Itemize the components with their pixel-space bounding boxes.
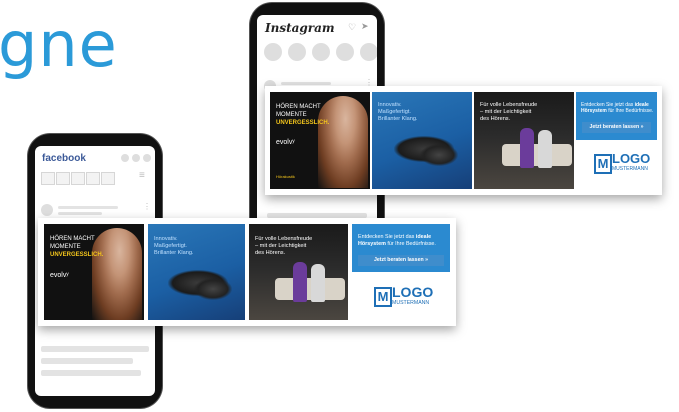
card4-text-bold2: Hörsystem [358,240,386,247]
post-header-line [58,206,118,209]
card1-line3: UNVERGESSLICH. [50,252,104,258]
card4-text-bold1: ideale [634,102,649,108]
logo-mark: M [374,287,392,307]
story-circle[interactable] [288,43,306,61]
post-caption-line [41,346,149,352]
heart-icon[interactable]: ♡ [348,22,356,33]
women-image [293,262,307,302]
sofa-image [275,278,345,300]
instagram-logo: Instagram [265,21,335,35]
header-icon[interactable] [143,154,151,162]
card1-line1: HÖREN MACHT [50,236,95,242]
ad-card-joy-of-life[interactable]: Für volle Lebensfreude – mit der Leichti… [474,92,574,189]
story-circle[interactable] [336,43,354,61]
card4-text-bold2: Hörsystem [581,108,607,115]
nav-tab[interactable] [86,172,100,185]
nav-tab[interactable] [71,172,85,185]
card4-text-a: Entdecken Sie jetzt das [581,102,634,108]
card4-text: Entdecken Sie jetzt das ideale Hörsystem… [581,102,655,115]
header-icon[interactable] [132,154,140,162]
post-avatar[interactable] [41,204,53,216]
logo-word: LOGO [392,284,434,300]
card4-text: Entdecken Sie jetzt das ideale Hörsystem… [358,234,446,248]
card1-seal: Hörakustik [276,174,295,179]
card1-line2: MOMENTE [50,244,81,250]
ad-card-joy-of-life[interactable]: Für volle Lebensfreude – mit der Leichti… [249,224,348,320]
nav-tab[interactable] [101,172,115,185]
ad-card-innovative[interactable]: Innovativ. Maßgefertigt. Brillanter Klan… [372,92,472,189]
header-icon[interactable] [121,154,129,162]
card4-text-a: Entdecken Sie jetzt das [358,234,415,240]
card2-line1: Innovativ. [378,102,402,108]
card1-line2: MOMENTE [276,112,307,118]
card2-line3: Brillanter Klang. [154,250,194,256]
card3-line2: – mit der Leichtigkeit [255,243,307,249]
card3-line3: des Hörens. [255,250,286,256]
ad-card-logo[interactable]: Entdecken Sie jetzt das ideale Hörsystem… [576,92,657,189]
card3-line3: des Hörens. [480,116,511,122]
post-header-line [58,212,102,215]
ad-card-logo[interactable]: Entdecken Sie jetzt das ideale Hörsystem… [352,224,450,320]
card1-line3: UNVERGESSLICH. [276,120,330,126]
card1-brand: evolvʸ [50,272,69,279]
consultation-button[interactable]: Jetzt beraten lassen » [358,255,444,266]
woman-portrait-image [318,96,368,188]
hearing-aid-image [194,278,232,300]
women-image [311,264,325,302]
card2-line2: Maßgefertigt. [378,109,411,115]
women-image [538,130,552,168]
card4-text-b: für Ihre Bedürfnisse. [387,240,436,247]
hearing-aid-image [420,144,458,166]
card2-line2: Maßgefertigt. [154,243,187,249]
logo-subtitle: MUSTERMANN [612,166,648,172]
ad-card-hearing-moments[interactable]: HÖREN MACHT MOMENTE UNVERGESSLICH. evolv… [44,224,144,320]
facebook-logo: facebook [42,153,86,164]
story-circle[interactable] [312,43,330,61]
consultation-button[interactable]: Jetzt beraten lassen » [582,122,651,133]
women-image [520,128,534,168]
send-icon[interactable]: ➤ [361,21,369,32]
ad-card-innovative[interactable]: Innovativ. Maßgefertigt. Brillanter Klan… [148,224,245,320]
sofa-image [502,144,572,166]
more-icon[interactable]: ⋮ [143,202,151,211]
story-circle[interactable] [264,43,282,61]
nav-tab[interactable] [56,172,70,185]
card4-text-b: für Ihre Bedürfnisse. [608,108,654,115]
card2-line1: Innovativ. [154,236,178,242]
post-header-line [281,82,331,85]
post-caption-line [41,370,141,376]
card4-text-bold1: ideale [415,234,432,240]
card1-line1: HÖREN MACHT [276,104,321,110]
menu-icon[interactable]: ≡ [139,170,145,181]
card2-line3: Brillanter Klang. [378,116,418,122]
nav-tab[interactable] [41,172,55,185]
card1-brand: evolvʸ [276,139,295,146]
card3-line2: – mit der Leichtigkeit [480,109,532,115]
card3-line1: Für volle Lebensfreude [255,236,313,242]
ad-card-hearing-moments[interactable]: HÖREN MACHT MOMENTE UNVERGESSLICH. evolv… [270,92,370,189]
card3-line1: Für volle Lebensfreude [480,102,538,108]
headline-text: gne [0,8,118,81]
story-circle[interactable] [360,43,377,61]
facebook-ad-carousel[interactable]: HÖREN MACHT MOMENTE UNVERGESSLICH. evolv… [38,218,456,326]
logo-mark: M [594,154,612,174]
logo-word: LOGO [612,151,651,166]
instagram-ad-carousel[interactable]: HÖREN MACHT MOMENTE UNVERGESSLICH. evolv… [265,86,662,195]
post-caption-line [41,358,133,364]
woman-portrait-image [92,228,142,320]
logo-subtitle: MUSTERMANN [392,300,430,306]
